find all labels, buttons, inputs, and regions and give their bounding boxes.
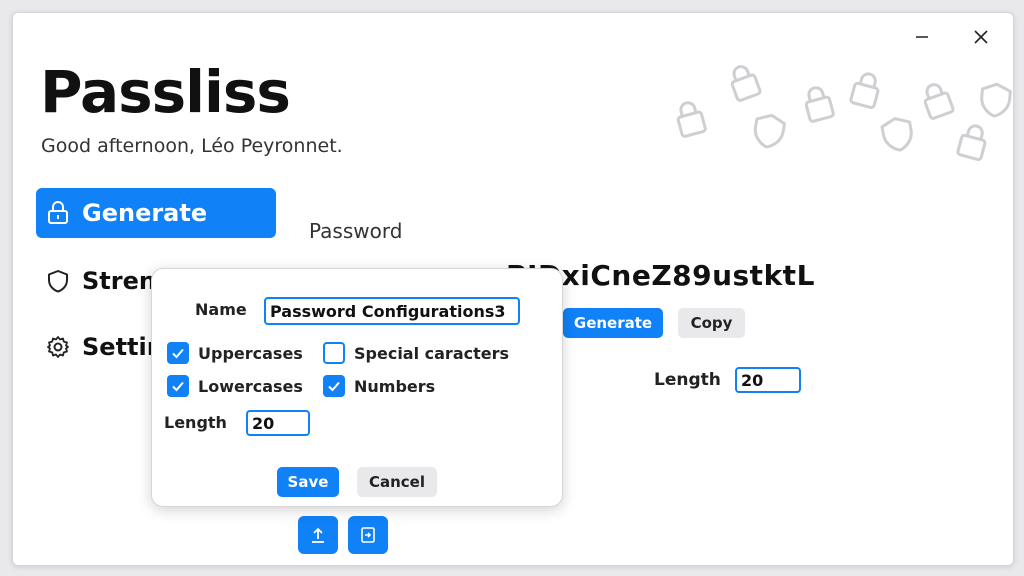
config-length-input[interactable] — [246, 410, 310, 436]
copy-button[interactable]: Copy — [678, 308, 745, 338]
close-icon — [974, 30, 988, 44]
app-window: Passliss Good afternoon, Léo Peyronnet. … — [12, 12, 1014, 566]
lock-decor-icon — [730, 65, 762, 102]
checked-icon — [167, 342, 189, 364]
shield-icon — [44, 267, 72, 295]
app-title: Passliss — [40, 58, 291, 126]
password-label: Password — [309, 219, 403, 243]
lowercases-checkbox[interactable]: Lowercases — [167, 375, 303, 397]
close-button[interactable] — [965, 25, 997, 49]
sidebar-item-label: Generate — [82, 199, 208, 227]
greeting-text: Good afternoon, Léo Peyronnet. — [41, 135, 343, 157]
shield-decor-icon — [880, 117, 913, 152]
checked-icon — [167, 375, 189, 397]
import-button[interactable] — [348, 516, 388, 554]
config-length-label: Length — [164, 413, 227, 432]
lock-icon — [44, 199, 72, 227]
checked-icon — [323, 375, 345, 397]
minimize-button[interactable] — [906, 25, 938, 49]
lock-decor-icon — [849, 72, 880, 110]
sidebar-item-generate[interactable]: Generate — [36, 188, 276, 238]
import-icon — [361, 527, 375, 543]
save-button[interactable]: Save — [277, 467, 339, 497]
length-label: Length — [654, 370, 721, 390]
configuration-dialog: Name Uppercases Special caracters Lowerc… — [151, 268, 563, 507]
cancel-button[interactable]: Cancel — [357, 467, 437, 497]
unchecked-icon — [323, 342, 345, 364]
config-name-label: Name — [195, 300, 247, 319]
lock-decor-icon — [923, 83, 955, 120]
special-characters-checkbox[interactable]: Special caracters — [323, 342, 509, 364]
shield-decor-icon — [980, 82, 1012, 118]
export-button[interactable] — [298, 516, 338, 554]
checkbox-label: Numbers — [354, 376, 436, 396]
checkbox-label: Special caracters — [354, 343, 510, 363]
minimize-icon — [916, 36, 928, 38]
shield-decor-icon — [753, 113, 787, 149]
decorative-pattern — [676, 65, 1012, 162]
uppercases-checkbox[interactable]: Uppercases — [167, 342, 303, 364]
checkbox-label: Lowercases — [198, 376, 303, 396]
gear-icon — [44, 333, 72, 361]
generate-button[interactable]: Generate — [563, 308, 663, 338]
upload-icon — [312, 527, 324, 543]
lock-decor-icon — [804, 86, 835, 123]
lock-decor-icon — [676, 101, 707, 138]
checkbox-label: Uppercases — [198, 343, 303, 363]
lock-decor-icon — [956, 124, 987, 162]
length-input[interactable] — [735, 367, 801, 393]
numbers-checkbox[interactable]: Numbers — [323, 375, 435, 397]
config-name-input[interactable] — [264, 297, 520, 325]
